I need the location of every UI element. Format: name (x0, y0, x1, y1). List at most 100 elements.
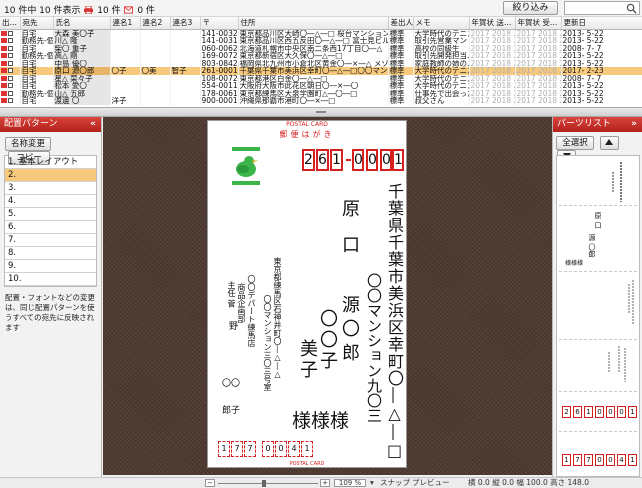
splitter-grip[interactable] (316, 111, 326, 113)
search-input[interactable] (564, 1, 640, 15)
recipient-surname[interactable]: 原口 (336, 199, 362, 271)
sender-zip-digit[interactable]: 1 (301, 441, 313, 457)
zip-digit-box[interactable]: 1 (392, 149, 404, 171)
row-checkbox[interactable] (8, 30, 13, 36)
print-flag-icon[interactable] (1, 38, 7, 43)
honorific[interactable]: 様 (311, 410, 330, 432)
zoom-slider[interactable] (218, 480, 318, 487)
column-header[interactable]: 連名3 (170, 17, 201, 30)
print-flag-icon[interactable] (1, 60, 7, 66)
row-checkbox[interactable] (8, 75, 13, 81)
honorific[interactable]: 様 (330, 410, 349, 432)
recipient-address-line2[interactable]: 〇〇マンション九〇三 (364, 273, 385, 423)
table-row[interactable]: 勤務先-個 川△ 隆 141-0031 東京都品川区西五反田〇―△―□ 富士見ビル2F… (0, 37, 642, 45)
snap-toggle[interactable]: スナップ (380, 478, 410, 488)
sender-address-line1[interactable]: 東京都練馬区石神井町〇―△―△ (272, 257, 283, 379)
print-flag-icon[interactable] (1, 45, 7, 51)
sender-given-2[interactable]: 郎子 (222, 403, 240, 416)
column-header[interactable]: 住所 (238, 17, 389, 30)
parts-list[interactable]: 原 口 源 〇郎 様様様 2610001 1770041 (556, 155, 640, 477)
pattern-item[interactable]: 10. (5, 273, 96, 286)
pattern-item[interactable]: 9. (5, 260, 96, 273)
table-row[interactable]: 自宅 原口 源〇郎 〇子 〇美 智子 261-0001 千葉県千葉市美浜区幸町〇―△―□〇〇… (0, 67, 642, 75)
row-flags[interactable] (0, 44, 21, 52)
sender-zip-digit[interactable]: 0 (275, 441, 287, 457)
column-header[interactable]: 氏名 (53, 17, 111, 30)
row-flags[interactable] (0, 82, 21, 90)
pattern-item[interactable]: 2. (5, 169, 96, 182)
row-flags[interactable] (0, 37, 21, 45)
select-all-button[interactable]: 全選択 (556, 136, 594, 150)
print-flag-icon[interactable] (1, 98, 7, 103)
stamp-area[interactable] (232, 147, 260, 185)
column-header[interactable]: 更新日 (561, 17, 642, 30)
table-row[interactable]: 自宅 松本 愛〇 554-0011 大阪府大阪市此花区朝日〇―×―〇 標準 大学時代のテニ… (0, 82, 642, 90)
rename-button[interactable]: 名称変更 (5, 137, 51, 151)
sender-address-line2[interactable]: 〇〇マンション三〇三号室 (262, 295, 273, 391)
row-checkbox[interactable] (8, 45, 13, 51)
table-row[interactable]: 自宅 中島 優〇 803-0842 福岡県北九州市小倉北区黄金〇―×―△ メゾン… 標準… (0, 59, 642, 67)
sender-company[interactable]: 〇〇デパート練馬店 (246, 275, 257, 347)
part-recipient-name[interactable]: 原 口 源 〇郎 様様様 (559, 208, 637, 272)
row-checkbox[interactable] (8, 68, 13, 73)
row-flags[interactable] (0, 59, 21, 67)
pattern-item[interactable]: 6. (5, 221, 96, 234)
row-checkbox[interactable] (8, 53, 13, 58)
row-flags[interactable] (0, 74, 21, 82)
search-icon[interactable] (626, 3, 637, 14)
sender-dept[interactable]: 商品企画部 (236, 283, 247, 323)
splitter[interactable] (0, 107, 642, 117)
column-header[interactable]: 年賀状 送… (469, 17, 516, 30)
row-flags[interactable] (0, 97, 21, 105)
pattern-item[interactable]: 5. (5, 208, 96, 221)
column-header[interactable]: 年賀状 受… (515, 17, 562, 30)
print-flag-icon[interactable] (1, 53, 7, 58)
print-flag-icon[interactable] (1, 30, 7, 36)
pattern-item[interactable]: 4. (5, 195, 96, 208)
row-flags[interactable] (0, 29, 21, 37)
row-checkbox[interactable] (8, 38, 13, 43)
sender-surname[interactable]: 野 (226, 321, 239, 330)
sender-zip-digit[interactable]: 7 (244, 441, 256, 457)
row-checkbox[interactable] (8, 83, 13, 88)
table-row[interactable]: 自宅 渡邊 〇洋子 900-0001 沖縄県那覇市港町〇―×―□ 標準 叔父さん 2017 … (0, 97, 642, 105)
collapse-left-icon[interactable]: « (90, 117, 96, 132)
zoom-in-button[interactable]: + (320, 479, 330, 487)
column-header[interactable]: 連名1 (110, 17, 141, 30)
row-checkbox[interactable] (8, 60, 13, 66)
zip-digit-box[interactable]: 0 (366, 149, 378, 171)
sender-title[interactable]: 主任 菅 (226, 281, 237, 308)
part-sender-name[interactable] (559, 342, 637, 392)
honorifics[interactable]: 様様様 (292, 406, 349, 433)
recipient-given-3[interactable]: 美子 (294, 339, 320, 381)
part-sender-address[interactable] (559, 274, 637, 340)
row-checkbox[interactable] (8, 98, 13, 103)
part-recipient-address[interactable] (559, 158, 637, 206)
collapse-right-icon[interactable]: » (631, 117, 637, 132)
sender-zip-digit[interactable]: 1 (218, 441, 230, 457)
sender-zip-digit[interactable]: 0 (262, 441, 274, 457)
zip-digit-box[interactable]: 1 (330, 149, 343, 171)
column-header[interactable]: 宛先 (20, 17, 54, 30)
filter-button[interactable]: 絞り込み (503, 1, 558, 15)
print-flag-icon[interactable] (1, 68, 7, 73)
print-flag-icon[interactable] (1, 83, 7, 88)
postcard[interactable]: POSTAL CARD 郵便はがき 2610001 千葉県千葉市美浜区幸町〇―△… (208, 121, 406, 467)
print-flag-icon[interactable] (1, 90, 7, 96)
column-header[interactable]: 差出人 (388, 17, 414, 30)
preview-toggle[interactable]: プレビュー (412, 478, 450, 488)
part-recipient-zip[interactable]: 2610001 (559, 394, 637, 432)
pattern-item[interactable]: 7. (5, 234, 96, 247)
row-checkbox[interactable] (8, 90, 13, 96)
row-flags[interactable] (0, 52, 21, 60)
pattern-item[interactable]: 3. (5, 182, 96, 195)
table-row[interactable]: 自宅大森 美〇子 141-0032東京都品川区大崎〇―△―□ 桜台マンション602… (0, 29, 642, 37)
zoom-out-button[interactable]: − (205, 479, 215, 487)
sender-zip-digit[interactable]: 4 (288, 441, 300, 457)
table-row[interactable]: 勤務先-個 高△ 剛 169-0072 東京都新宿区大久保〇―△―□ 標準 取引先開発担当… (0, 52, 642, 60)
column-header[interactable]: 〒 (200, 17, 239, 30)
move-up-button[interactable] (599, 136, 619, 150)
sender-given-1[interactable]: 〇〇 (222, 376, 240, 389)
zip-digit-box[interactable]: 2 (302, 149, 315, 171)
zip-digit-box[interactable]: 0 (380, 149, 392, 171)
